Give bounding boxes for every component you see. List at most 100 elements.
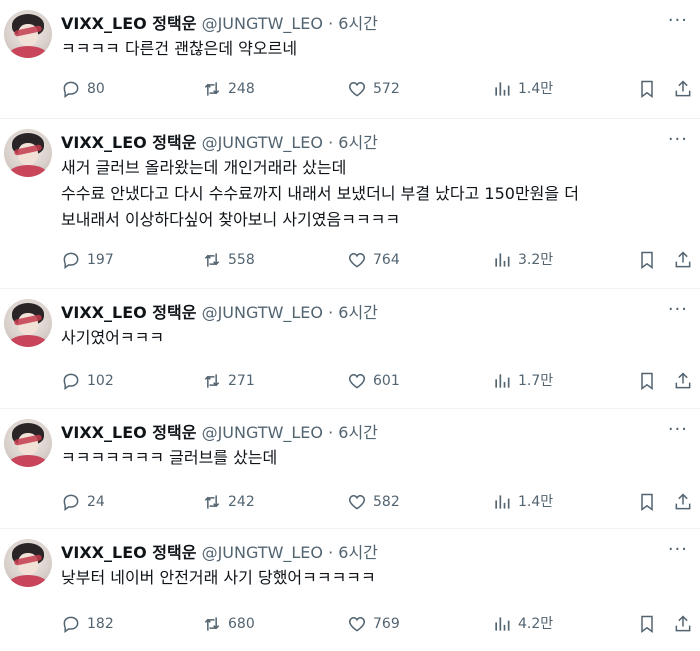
separator: · xyxy=(328,303,334,322)
bookmark-button[interactable] xyxy=(637,490,657,514)
retweet-count: 680 xyxy=(228,616,255,632)
more-icon[interactable]: ··· xyxy=(668,421,688,439)
tweet[interactable]: VIXX_LEO 정택운 @JUNGTW_LEO · 6시간 ··· ㅋㅋㅋㅋㅋ… xyxy=(0,409,700,529)
reply-button[interactable]: 102 xyxy=(61,369,114,393)
timestamp[interactable]: 6시간 xyxy=(338,14,378,33)
reply-icon xyxy=(63,494,79,511)
reply-button[interactable]: 80 xyxy=(61,77,105,101)
tweet-text: 새거 글러브 올라왔는데 개인거래라 샀는데 수수료 안냈다고 다시 수수료까지… xyxy=(61,158,579,229)
retweet-button[interactable]: 242 xyxy=(202,490,255,514)
action-bar: 102 271 601 1.7만 xyxy=(61,369,697,393)
display-name[interactable]: VIXX_LEO 정택운 xyxy=(61,133,196,152)
retweet-button[interactable]: 271 xyxy=(202,369,255,393)
display-name[interactable]: VIXX_LEO 정택운 xyxy=(61,303,196,322)
user-handle[interactable]: @JUNGTW_LEO xyxy=(202,133,323,152)
views-button[interactable]: 1.4만 xyxy=(492,490,553,514)
timeline-feed: VIXX_LEO 정택운 @JUNGTW_LEO · 6시간 ··· ㅋㅋㅋㅋ … xyxy=(0,0,700,651)
share-button[interactable] xyxy=(673,77,693,101)
retweet-icon xyxy=(204,82,220,96)
timestamp[interactable]: 6시간 xyxy=(338,423,378,442)
bookmark-button[interactable] xyxy=(637,369,657,393)
display-name[interactable]: VIXX_LEO 정택운 xyxy=(61,543,196,562)
share-icon xyxy=(675,251,691,268)
action-bar: 197 558 764 3.2만 xyxy=(61,248,697,272)
share-button[interactable] xyxy=(673,369,693,393)
user-handle[interactable]: @JUNGTW_LEO xyxy=(202,14,323,33)
heart-icon xyxy=(348,81,366,97)
reply-count: 80 xyxy=(87,81,105,97)
retweet-icon xyxy=(204,374,220,388)
user-handle[interactable]: @JUNGTW_LEO xyxy=(202,303,323,322)
share-button[interactable] xyxy=(673,248,693,272)
like-count: 582 xyxy=(373,494,400,510)
more-icon[interactable]: ··· xyxy=(668,301,688,319)
timestamp[interactable]: 6시간 xyxy=(338,543,378,562)
views-button[interactable]: 1.7만 xyxy=(492,369,553,393)
bookmark-icon xyxy=(641,615,653,633)
more-icon[interactable]: ··· xyxy=(668,131,688,149)
avatar[interactable] xyxy=(4,10,52,58)
retweet-button[interactable]: 248 xyxy=(202,77,255,101)
reply-count: 182 xyxy=(87,616,114,632)
avatar[interactable] xyxy=(4,539,52,587)
views-icon xyxy=(495,253,510,267)
bookmark-button[interactable] xyxy=(637,77,657,101)
display-name[interactable]: VIXX_LEO 정택운 xyxy=(61,14,196,33)
separator: · xyxy=(328,133,334,152)
views-button[interactable]: 3.2만 xyxy=(492,248,553,272)
tweet[interactable]: VIXX_LEO 정택운 @JUNGTW_LEO · 6시간 ··· 새거 글러… xyxy=(0,119,700,289)
views-button[interactable]: 4.2만 xyxy=(492,612,553,636)
timestamp[interactable]: 6시간 xyxy=(338,133,378,152)
tweet-header: VIXX_LEO 정택운 @JUNGTW_LEO · 6시간 xyxy=(61,301,378,325)
share-button[interactable] xyxy=(673,612,693,636)
user-handle[interactable]: @JUNGTW_LEO xyxy=(202,423,323,442)
reply-icon xyxy=(63,616,79,633)
views-button[interactable]: 1.4만 xyxy=(492,77,553,101)
views-icon xyxy=(495,495,510,509)
like-button[interactable]: 572 xyxy=(347,77,400,101)
tweet[interactable]: VIXX_LEO 정택운 @JUNGTW_LEO · 6시간 ··· 사기였어ㅋ… xyxy=(0,289,700,409)
reply-icon xyxy=(63,373,79,390)
avatar[interactable] xyxy=(4,129,52,177)
bookmark-icon xyxy=(641,493,653,511)
retweet-count: 271 xyxy=(228,373,255,389)
bookmark-button[interactable] xyxy=(637,612,657,636)
reply-icon xyxy=(63,252,79,269)
like-button[interactable]: 769 xyxy=(347,612,400,636)
retweet-button[interactable]: 680 xyxy=(202,612,255,636)
bookmark-icon xyxy=(641,80,653,98)
views-icon xyxy=(495,617,510,631)
separator: · xyxy=(328,423,334,442)
retweet-count: 248 xyxy=(228,81,255,97)
bookmark-button[interactable] xyxy=(637,248,657,272)
share-icon xyxy=(675,80,691,97)
reply-button[interactable]: 197 xyxy=(61,248,114,272)
display-name[interactable]: VIXX_LEO 정택운 xyxy=(61,423,196,442)
like-count: 572 xyxy=(373,81,400,97)
reply-button[interactable]: 24 xyxy=(61,490,105,514)
user-handle[interactable]: @JUNGTW_LEO xyxy=(202,543,323,562)
retweet-icon xyxy=(204,617,220,631)
share-button[interactable] xyxy=(673,490,693,514)
tweet[interactable]: VIXX_LEO 정택운 @JUNGTW_LEO · 6시간 ··· 낮부터 네… xyxy=(0,529,700,651)
like-count: 764 xyxy=(373,252,400,268)
retweet-button[interactable]: 558 xyxy=(202,248,255,272)
avatar[interactable] xyxy=(4,419,52,467)
timestamp[interactable]: 6시간 xyxy=(338,303,378,322)
avatar[interactable] xyxy=(4,299,52,347)
reply-button[interactable]: 182 xyxy=(61,612,114,636)
heart-icon xyxy=(348,252,366,268)
like-button[interactable]: 764 xyxy=(347,248,400,272)
tweet[interactable]: VIXX_LEO 정택운 @JUNGTW_LEO · 6시간 ··· ㅋㅋㅋㅋ … xyxy=(0,0,700,119)
views-icon xyxy=(495,374,510,388)
tweet-header: VIXX_LEO 정택운 @JUNGTW_LEO · 6시간 xyxy=(61,421,378,445)
tweet-text: ㅋㅋㅋㅋㅋㅋㅋ 글러브를 샀는데 xyxy=(61,448,278,467)
like-button[interactable]: 601 xyxy=(347,369,400,393)
more-icon[interactable]: ··· xyxy=(668,541,688,559)
heart-icon xyxy=(348,373,366,389)
action-bar: 24 242 582 1.4만 xyxy=(61,490,697,514)
heart-icon xyxy=(348,616,366,632)
like-count: 769 xyxy=(373,616,400,632)
more-icon[interactable]: ··· xyxy=(668,12,688,30)
like-button[interactable]: 582 xyxy=(347,490,400,514)
